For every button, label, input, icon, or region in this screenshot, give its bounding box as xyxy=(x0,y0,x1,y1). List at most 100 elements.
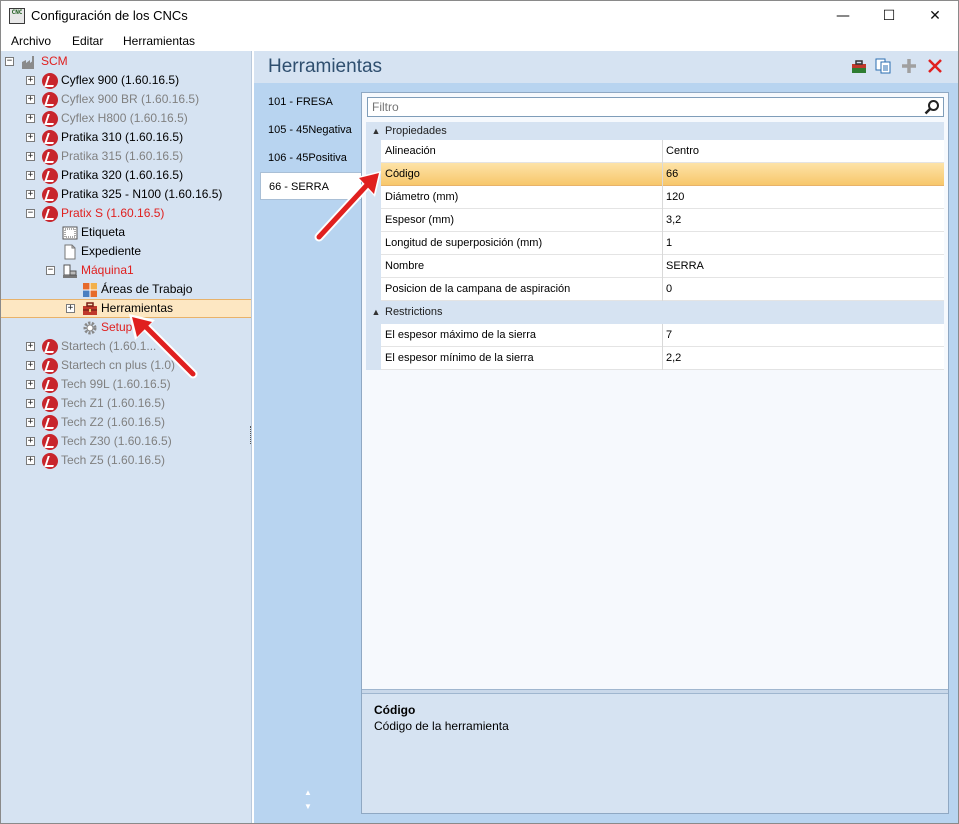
maximize-button[interactable]: ☐ xyxy=(866,1,912,31)
tree-node-machine[interactable]: + Cyflex 900 (1.60.16.5) xyxy=(1,71,251,90)
property-grid-panel: ▲ Propiedades Alineación Centro Código 6… xyxy=(361,92,949,814)
tree-node-pratix-s[interactable]: − Pratix S (1.60.16.5) xyxy=(1,204,251,223)
collapse-caret-icon[interactable]: ▲ xyxy=(371,301,381,324)
description-title: Código xyxy=(374,703,416,717)
work-areas-icon xyxy=(83,283,97,297)
property-row-espesor[interactable]: Espesor (mm) 3,2 xyxy=(366,209,944,232)
scm-logo-icon xyxy=(42,396,58,412)
tree-label: Pratika 315 (1.60.16.5) xyxy=(61,149,184,163)
property-row-diametro[interactable]: Diámetro (mm) 120 xyxy=(366,186,944,209)
property-value[interactable]: 120 xyxy=(662,186,944,209)
tree-node-machine[interactable]: + Cyflex 900 BR (1.60.16.5) xyxy=(1,90,251,109)
scroll-down-icon[interactable]: ▼ xyxy=(304,803,312,811)
tree-node-etiqueta[interactable]: Etiqueta xyxy=(1,223,251,242)
tree-node-machine[interactable]: + Tech Z30 (1.60.16.5) xyxy=(1,432,251,451)
cnc-app-icon: CNC xyxy=(9,8,25,24)
row-gutter xyxy=(366,324,381,347)
tree-node-machine[interactable]: + Cyflex H800 (1.60.16.5) xyxy=(1,109,251,128)
tree-node-machine[interactable]: + Tech Z5 (1.60.16.5) xyxy=(1,451,251,470)
pane-splitter[interactable] xyxy=(250,426,253,444)
expand-icon[interactable]: + xyxy=(66,304,75,313)
copy-icon[interactable] xyxy=(874,57,892,75)
expand-icon[interactable]: + xyxy=(26,361,35,370)
expand-icon[interactable]: + xyxy=(26,380,35,389)
property-row-posicion[interactable]: Posicion de la campana de aspiración 0 xyxy=(366,278,944,301)
row-gutter xyxy=(366,347,381,370)
expand-icon[interactable]: + xyxy=(26,190,35,199)
property-value[interactable]: 0 xyxy=(662,278,944,301)
property-value[interactable]: Centro xyxy=(662,140,944,163)
menu-editar[interactable]: Editar xyxy=(72,34,103,48)
add-icon[interactable] xyxy=(900,57,918,75)
expand-icon[interactable]: + xyxy=(26,437,35,446)
expand-icon[interactable]: + xyxy=(26,342,35,351)
category-label: Propiedades xyxy=(385,125,447,137)
expand-icon[interactable]: + xyxy=(26,418,35,427)
property-row-codigo[interactable]: Código 66 xyxy=(366,163,944,186)
expand-icon[interactable]: + xyxy=(26,95,35,104)
tree-label: Cyflex H800 (1.60.16.5) xyxy=(61,111,188,125)
category-restrictions[interactable]: ▲ Restrictions xyxy=(366,301,944,324)
tree-node-machine[interactable]: + Pratika 320 (1.60.16.5) xyxy=(1,166,251,185)
delete-icon[interactable] xyxy=(926,57,944,75)
property-row-espesor-minimo[interactable]: El espesor mínimo de la sierra 2,2 xyxy=(366,347,944,370)
property-value[interactable]: 7 xyxy=(662,324,944,347)
property-value[interactable]: 1 xyxy=(662,232,944,255)
property-value[interactable]: 3,2 xyxy=(662,209,944,232)
expand-icon[interactable]: + xyxy=(26,133,35,142)
tree-node-machine[interactable]: + Pratika 315 (1.60.16.5) xyxy=(1,147,251,166)
property-name: El espesor mínimo de la sierra xyxy=(385,352,534,364)
minimize-button[interactable]: — xyxy=(820,1,866,31)
tool-tab-45negativa[interactable]: 105 - 45Negativa xyxy=(260,116,362,144)
menu-archivo[interactable]: Archivo xyxy=(11,34,51,48)
property-name: Alineación xyxy=(385,145,436,157)
row-gutter xyxy=(366,140,381,163)
property-value[interactable]: SERRA xyxy=(662,255,944,278)
collapse-caret-icon[interactable]: ▲ xyxy=(371,122,381,140)
collapse-icon[interactable]: − xyxy=(46,266,55,275)
property-row-alineacion[interactable]: Alineación Centro xyxy=(366,140,944,163)
filter-box[interactable] xyxy=(367,97,944,117)
row-gutter xyxy=(366,278,381,301)
property-row-espesor-maximo[interactable]: El espesor máximo de la sierra 7 xyxy=(366,324,944,347)
tree-node-machine[interactable]: + Pratika 325 - N100 (1.60.16.5) xyxy=(1,185,251,204)
import-tool-icon[interactable] xyxy=(850,57,868,75)
property-name: Diámetro (mm) xyxy=(385,191,459,203)
expand-icon[interactable]: + xyxy=(26,171,35,180)
scm-logo-icon xyxy=(42,111,58,127)
tree-node-scm[interactable]: − SCM xyxy=(1,52,251,71)
category-label: Restrictions xyxy=(385,306,443,318)
expand-icon[interactable]: + xyxy=(26,456,35,465)
expand-icon[interactable]: + xyxy=(26,114,35,123)
main-window: CNC Configuración de los CNCs — ☐ ✕ Arch… xyxy=(0,0,959,824)
tree-node-machine[interactable]: + Tech Z1 (1.60.16.5) xyxy=(1,394,251,413)
tree-label: Expediente xyxy=(81,244,142,258)
tree-node-machine[interactable]: + Pratika 310 (1.60.16.5) xyxy=(1,128,251,147)
tree-node-expediente[interactable]: Expediente xyxy=(1,242,251,261)
tree-label-scm: SCM xyxy=(41,54,68,68)
collapse-icon[interactable]: − xyxy=(5,57,14,66)
scm-logo-icon xyxy=(42,92,58,108)
menu-herramientas[interactable]: Herramientas xyxy=(123,34,195,48)
expand-icon[interactable]: + xyxy=(26,76,35,85)
property-row-nombre[interactable]: Nombre SERRA xyxy=(366,255,944,278)
search-icon[interactable] xyxy=(924,99,940,115)
category-propiedades[interactable]: ▲ Propiedades xyxy=(366,122,944,140)
tool-tab-fresa[interactable]: 101 - FRESA xyxy=(260,88,362,116)
tree-node-maquina[interactable]: − Máquina1 xyxy=(1,261,251,280)
expand-icon[interactable]: + xyxy=(26,399,35,408)
collapse-icon[interactable]: − xyxy=(26,209,35,218)
scm-logo-icon xyxy=(42,453,58,469)
expand-icon[interactable]: + xyxy=(26,152,35,161)
filter-input[interactable] xyxy=(368,98,923,116)
tree-node-areas[interactable]: Áreas de Trabajo xyxy=(1,280,251,299)
property-name: Nombre xyxy=(385,260,425,272)
tree-label: Etiqueta xyxy=(81,225,126,239)
close-button[interactable]: ✕ xyxy=(912,1,958,31)
tree-node-machine[interactable]: + Tech Z2 (1.60.16.5) xyxy=(1,413,251,432)
tree-label: Cyflex 900 BR (1.60.16.5) xyxy=(61,92,200,106)
property-value[interactable]: 2,2 xyxy=(662,347,944,370)
property-value[interactable]: 66 xyxy=(662,163,944,186)
property-row-longitud[interactable]: Longitud de superposición (mm) 1 xyxy=(366,232,944,255)
scroll-up-icon[interactable]: ▲ xyxy=(304,789,312,797)
